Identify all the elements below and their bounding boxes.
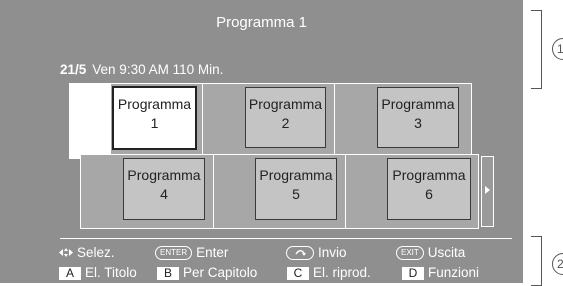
program-thumbnail-6[interactable]: Programma 6 [387,158,471,220]
exit-key-icon: EXIT [396,246,424,260]
thumbnail-label: Programma [117,96,192,112]
enter-key-icon: ENTER [155,246,193,260]
thumbnail-number: 2 [281,115,290,131]
legend-c: C El. riprod. [287,265,371,280]
thumbnail-number: 5 [292,186,300,202]
thumbnail-number: 1 [150,115,159,131]
program-thumbnail-4[interactable]: Programma 4 [123,158,205,220]
next-page-button[interactable] [481,156,494,227]
legend-select-label: Selez. [77,245,115,260]
row-divider [202,84,203,158]
page-title: Programma 1 [216,14,307,31]
return-key-icon [286,246,314,260]
legend-d-label: Funzioni [428,265,480,280]
thumbnail-label: Programma [127,167,201,183]
legend-return-label: Invio [318,245,347,260]
legend-d: D Funzioni [402,265,479,280]
callout-bracket-2 [531,236,542,286]
c-key-icon: C [287,267,309,280]
thumbnail-number: 3 [414,115,422,131]
chevron-right-icon [485,186,490,194]
tv-screen: Programma 1 21/5 Ven 9:30 AM 110 Min. Pro… [0,0,523,283]
program-date: 21/5 [60,62,87,77]
thumbnail-label: Programma [259,167,333,183]
legend-enter: ENTER Enter [155,245,228,260]
callout-bracket-1 [531,10,542,89]
callout-circle-2: 2 [552,253,563,275]
program-details: Ven 9:30 AM 110 Min. [92,62,224,77]
thumbnail-label: Programma [381,96,455,112]
legend-return: Invio [286,245,347,260]
program-thumbnail-3[interactable]: Programma 3 [377,87,459,148]
legend-b-label: Per Capitolo [183,265,258,280]
row-divider [345,155,346,228]
thumbnail-label: Programma [392,167,466,183]
legend-enter-label: Enter [196,245,229,260]
arrows-icon [59,248,73,257]
legend-a-label: El. Titolo [85,265,137,280]
legend-a: A El. Titolo [59,265,137,280]
legend-b: B Per Capitolo [157,265,257,280]
callout-circle-1: 1 [552,38,563,60]
row-divider [334,84,335,158]
thumbnail-number: 4 [160,186,168,202]
d-key-icon: D [402,267,424,280]
program-thumbnail-2[interactable]: Programma 2 [245,87,326,148]
row-start-cap [70,84,111,158]
legend-exit-label: Uscita [427,245,466,260]
legend-c-label: El. riprod. [313,265,371,280]
thumbnail-number: 6 [425,186,433,202]
a-key-icon: A [59,267,81,280]
legend-select: Selez. [59,245,115,260]
divider [60,238,512,239]
program-info: 21/5 Ven 9:30 AM 110 Min. [60,62,223,77]
legend-exit: EXIT Uscita [396,245,465,260]
thumbnail-label: Programma [248,96,323,112]
b-key-icon: B [157,267,179,280]
program-thumbnail-5[interactable]: Programma 5 [255,158,337,220]
program-thumbnail-1[interactable]: Programma 1 [112,86,197,150]
row-divider [213,155,214,228]
